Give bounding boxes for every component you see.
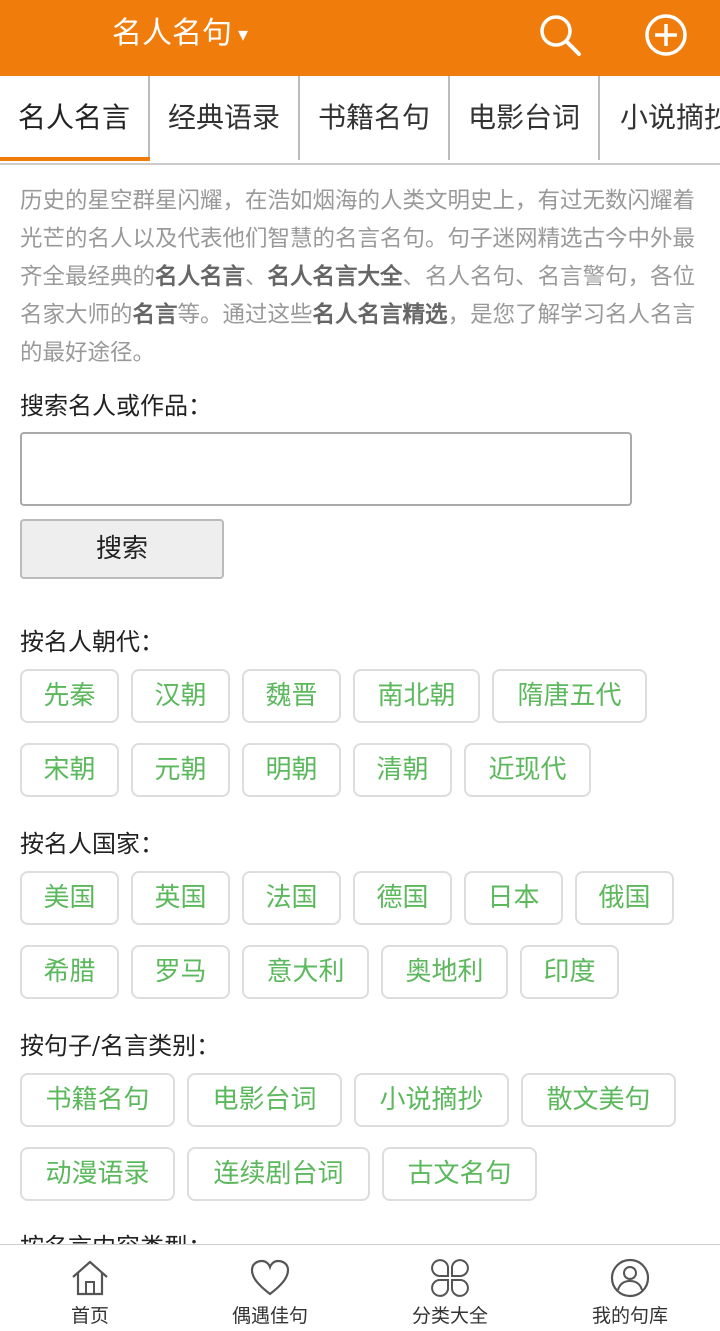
tag-russia[interactable]: 俄国: [575, 871, 674, 925]
tag-germany[interactable]: 德国: [353, 871, 452, 925]
category-tabs: 名人名言 经典语录 书籍名句 电影台词 小说摘抄: [0, 76, 720, 165]
intro-bold: 名言: [132, 302, 178, 328]
dropdown-arrow-icon: ▾: [238, 22, 249, 46]
home-icon: [72, 1260, 108, 1296]
intro-text: 等。通过这些: [177, 302, 313, 328]
intro-bold: 名人名言: [155, 264, 246, 290]
add-button[interactable]: [643, 12, 689, 58]
tag-uk[interactable]: 英国: [131, 871, 230, 925]
intro-bold: 名人名言大全: [267, 264, 403, 290]
intro-paragraph: 历史的星空群星闪耀，在浩如烟海的人类文明史上，有过无数闪耀着光芒的名人以及代表他…: [20, 182, 696, 372]
tag-mingchao[interactable]: 明朝: [242, 743, 341, 797]
tag-jinxiandai[interactable]: 近现代: [464, 743, 591, 797]
dynasty-label: 按名人朝代：: [20, 628, 164, 656]
search-submit-button[interactable]: 搜索: [20, 519, 224, 579]
intro-text: 、: [245, 264, 268, 290]
tag-hanchao[interactable]: 汉朝: [131, 669, 230, 723]
tab-dianying-taici[interactable]: 电影台词: [450, 76, 600, 160]
tag-italy[interactable]: 意大利: [242, 945, 369, 999]
search-icon: [540, 15, 581, 56]
country-label: 按名人国家：: [20, 830, 164, 858]
nav-label: 我的句库: [591, 1305, 668, 1327]
tag-japan[interactable]: 日本: [464, 871, 563, 925]
tab-jingdian-yulu[interactable]: 经典语录: [150, 76, 300, 160]
tag-guwen-mingju[interactable]: 古文名句: [382, 1147, 537, 1201]
nav-home[interactable]: 首页: [0, 1245, 180, 1331]
page-title: 名人名句: [112, 16, 232, 51]
dynasty-tags: 先秦 汉朝 魏晋 南北朝 隋唐五代 宋朝 元朝 明朝 清朝 近现代: [20, 669, 710, 817]
tab-mingren-mingyan[interactable]: 名人名言: [0, 76, 150, 161]
nav-label: 偶遇佳句: [231, 1305, 308, 1327]
tag-weijin[interactable]: 魏晋: [242, 669, 341, 723]
tag-yuanchao[interactable]: 元朝: [131, 743, 230, 797]
tag-rome[interactable]: 罗马: [131, 945, 230, 999]
tag-dongman-yulu[interactable]: 动漫语录: [20, 1147, 175, 1201]
tab-shuji-mingju[interactable]: 书籍名句: [300, 76, 450, 160]
tag-france[interactable]: 法国: [242, 871, 341, 925]
nav-my-library[interactable]: 我的句库: [540, 1245, 720, 1331]
tag-shuji-mingju[interactable]: 书籍名句: [20, 1073, 175, 1127]
tag-songchao[interactable]: 宋朝: [20, 743, 119, 797]
tab-xiaoshuo-zhaichao[interactable]: 小说摘抄: [600, 76, 720, 160]
tag-greece[interactable]: 希腊: [20, 945, 119, 999]
nav-label: 分类大全: [411, 1305, 488, 1327]
category-tags: 书籍名句 电影台词 小说摘抄 散文美句 动漫语录 连续剧台词 古文名句: [20, 1073, 710, 1221]
search-label: 搜索名人或作品：: [20, 392, 212, 420]
tag-india[interactable]: 印度: [520, 945, 619, 999]
tag-qingchao[interactable]: 清朝: [353, 743, 452, 797]
tag-usa[interactable]: 美国: [20, 871, 119, 925]
tag-xiaoshuo-zhaichao[interactable]: 小说摘抄: [354, 1073, 509, 1127]
tag-lianxuju-taici[interactable]: 连续剧台词: [187, 1147, 370, 1201]
plus-circle-icon: [645, 14, 687, 56]
bottom-nav: 首页 偶遇佳句 分类大全 我的句库: [0, 1244, 720, 1331]
user-icon: [610, 1258, 650, 1298]
intro-bold: 名人名言精选: [312, 302, 448, 328]
tag-sanwen-meiju[interactable]: 散文美句: [521, 1073, 676, 1127]
heart-icon: [250, 1259, 290, 1296]
nav-categories[interactable]: 分类大全: [360, 1245, 540, 1331]
title-dropdown[interactable]: 名人名句 ▾: [112, 14, 248, 54]
tag-suitang-wudai[interactable]: 隋唐五代: [492, 669, 647, 723]
tag-dianying-taici[interactable]: 电影台词: [187, 1073, 342, 1127]
app-header: 名人名句 ▾: [0, 0, 720, 76]
tag-xianqin[interactable]: 先秦: [20, 669, 119, 723]
tag-austria[interactable]: 奥地利: [381, 945, 508, 999]
category-label: 按句子/名言类别：: [20, 1032, 221, 1060]
search-button[interactable]: [537, 12, 583, 58]
clover-icon: [431, 1259, 469, 1297]
nav-label: 首页: [70, 1305, 109, 1327]
tag-nanbeichao[interactable]: 南北朝: [353, 669, 480, 723]
nav-random-quote[interactable]: 偶遇佳句: [180, 1245, 360, 1331]
search-input[interactable]: [20, 432, 632, 506]
country-tags: 美国 英国 法国 德国 日本 俄国 希腊 罗马 意大利 奥地利 印度: [20, 871, 710, 1019]
